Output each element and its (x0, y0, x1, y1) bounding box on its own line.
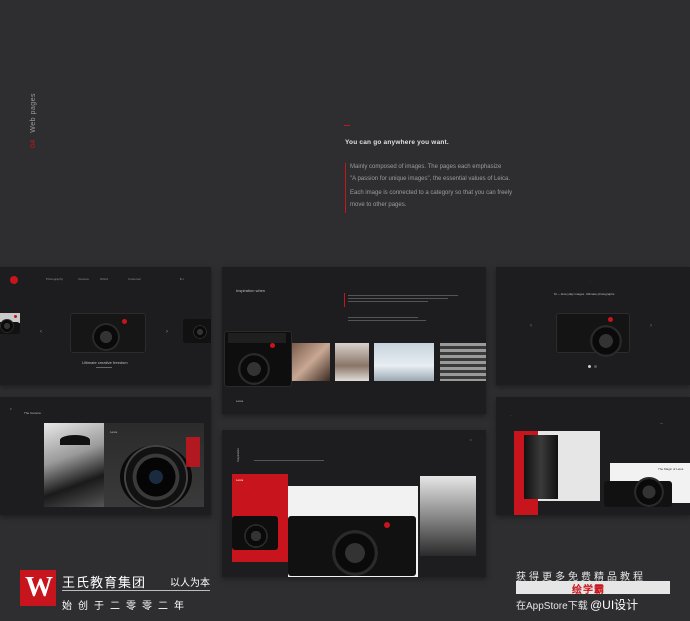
web-page-card-inspiration[interactable]: Inspiration when Leica (222, 267, 486, 414)
weibo-handle: @UI设计 (590, 598, 639, 612)
brand-name: 王氏教育集团 (62, 575, 147, 590)
nav-item-world[interactable]: World (100, 277, 108, 281)
menu-icon[interactable]: ≡ (10, 407, 12, 411)
nav-item-customer[interactable]: Customer (128, 277, 141, 281)
intro-title: You can go anywhere you want. (345, 139, 449, 146)
section-number: 04 (30, 139, 37, 148)
text-line (348, 320, 426, 321)
photo-street[interactable] (420, 476, 476, 556)
panel-text: Leica (110, 430, 118, 434)
caption-underline (96, 367, 112, 368)
text-line (348, 295, 458, 296)
red-panel-text: Leica (236, 478, 244, 482)
sidebar-nav[interactable]: — (660, 421, 663, 425)
carousel-prev-icon[interactable]: ‹ (530, 323, 532, 329)
card-heading: The Camera (24, 411, 41, 415)
web-page-card-product[interactable]: ◦ M — Everyday images. Ultimate photogra… (496, 267, 690, 385)
photo-beach[interactable] (374, 343, 434, 381)
promo-banner[interactable]: 绘学霸 (516, 581, 670, 596)
web-page-card-inspiration-red[interactable]: Inspiration ≡ Leica (222, 430, 486, 577)
lens-image (524, 435, 558, 499)
text-line (254, 460, 324, 461)
menu-icon[interactable]: ≡ ⌕ (180, 277, 184, 281)
text-line (348, 298, 448, 299)
accent-rule (344, 293, 345, 307)
text-line (348, 301, 428, 302)
brand-divider (62, 590, 210, 591)
card-heading: The Magic of Leica (658, 467, 684, 471)
carousel-next-icon[interactable]: › (650, 323, 652, 329)
card-footer-text: Leica (236, 399, 244, 403)
intro-paragraph-2a: Each image is connected to a category so… (350, 190, 513, 196)
leica-mark: ◦ (590, 279, 592, 283)
web-page-card-magic[interactable]: ◦ — The Magic of Leica (496, 397, 690, 515)
carousel-next-icon[interactable]: › (166, 329, 168, 335)
lens-image (120, 445, 192, 509)
intro-paragraph-2b: move to other pages. (350, 202, 407, 208)
intro-paragraph-1b: "A passion for unique images", the essen… (350, 176, 511, 182)
promo-banner-text: 绘学霸 (572, 585, 605, 596)
brand-subtitle: 始创于二零零二年 (62, 601, 190, 612)
section-label: 04 Web pages (30, 93, 37, 148)
leica-red-accent (186, 437, 200, 467)
carousel-prev-icon[interactable]: ‹ (40, 329, 42, 335)
photo-portrait[interactable] (292, 343, 330, 381)
leica-logo-icon (10, 276, 18, 284)
photo-building[interactable] (440, 343, 486, 381)
brand-logo: W (20, 570, 56, 606)
card-heading: M — Everyday images. Ultimate photograph… (554, 292, 615, 296)
pager-dot[interactable] (588, 365, 591, 368)
web-page-card-camera[interactable]: ≡ The Camera Leica (0, 397, 211, 515)
promo-download: 在AppStore下载 (516, 601, 588, 612)
intro-description: Mainly composed of images. The pages eac… (345, 163, 550, 213)
logo-letter: W (25, 572, 53, 603)
photo-figure[interactable] (335, 343, 369, 381)
intro-paragraph-1a: Mainly composed of images. The pages eac… (350, 164, 502, 170)
nav-item-camera[interactable]: Camera (78, 277, 89, 281)
card-heading: Inspiration when (236, 288, 266, 293)
web-page-card-home[interactable]: Photography Camera World Customer ≡ ⌕ ‹ … (0, 267, 211, 385)
text-line (348, 317, 418, 318)
nav-item-photography[interactable]: Photography (46, 277, 63, 281)
photo-hat (60, 435, 90, 445)
intro-accent-dash (344, 125, 350, 126)
pager-dot[interactable] (594, 365, 597, 368)
card-heading: Inspiration (236, 448, 240, 462)
hero-caption: Ultimate creative freedom (82, 360, 128, 365)
brand-tagline: 以人为本 (170, 578, 210, 589)
section-title: Web pages (30, 92, 37, 133)
leica-mark: ◦ (510, 413, 512, 418)
menu-icon[interactable]: ≡ (470, 438, 472, 442)
